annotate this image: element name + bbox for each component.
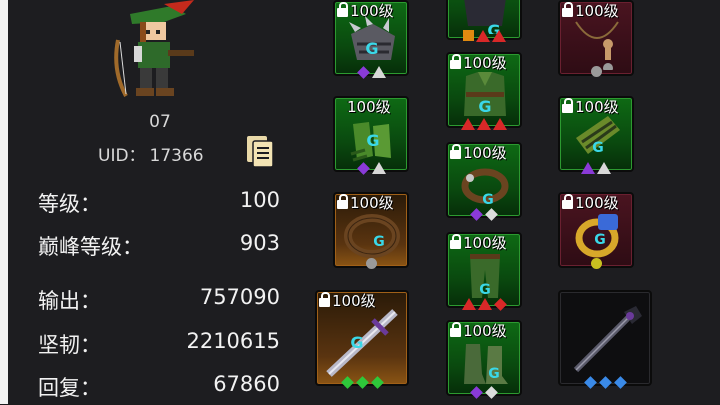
equip-slot-ring[interactable]: 100级 G bbox=[558, 192, 634, 269]
stat-toughness-label: 坚韧： bbox=[38, 333, 101, 357]
equip-slot-bracer[interactable]: 100级 G bbox=[558, 96, 634, 174]
svg-text:G: G bbox=[350, 333, 363, 352]
gold-ring-icon: G bbox=[575, 214, 619, 258]
svg-text:G: G bbox=[482, 192, 494, 208]
screen-edge bbox=[0, 0, 8, 404]
stat-toughness-value: 2210615 bbox=[186, 329, 280, 353]
stat-recovery-value: 67860 bbox=[213, 372, 280, 396]
green-tunic-icon: G bbox=[464, 72, 506, 116]
stat-recovery-label: 回复： bbox=[38, 376, 101, 400]
gem-sockets bbox=[335, 66, 407, 80]
white-gem-icon bbox=[597, 162, 611, 174]
equip-slot-helmet[interactable]: G bbox=[446, 0, 522, 42]
equip-slot-pants[interactable]: 100级 G bbox=[446, 232, 522, 311]
gem-sockets bbox=[448, 118, 520, 132]
equip-slot-chest[interactable]: 100级 G bbox=[446, 52, 522, 130]
uid-text: UID： 17366 bbox=[98, 141, 204, 166]
dark-sword-icon bbox=[573, 306, 642, 373]
green-bracer-icon: G bbox=[576, 116, 620, 156]
green-gem-icon bbox=[340, 376, 354, 389]
svg-text:G: G bbox=[373, 234, 385, 250]
gem-sockets bbox=[317, 376, 407, 390]
stat-level-label: 等级： bbox=[38, 192, 101, 216]
stat-output-value: 757090 bbox=[199, 285, 280, 309]
purple-gem-icon bbox=[470, 208, 483, 221]
svg-text:G: G bbox=[594, 232, 606, 248]
stat-level: 等级： 100 bbox=[38, 188, 280, 220]
stat-output: 输出： 757090 bbox=[38, 285, 280, 317]
purple-gem-icon bbox=[470, 386, 483, 399]
red-gem-icon bbox=[475, 30, 490, 42]
red-gem-icon bbox=[493, 298, 507, 311]
equip-slot-boots[interactable]: 100级 G bbox=[446, 320, 522, 399]
svg-text:G: G bbox=[592, 140, 604, 156]
red-gem-icon bbox=[461, 298, 476, 310]
equip-slot-gloves[interactable]: 100级 G bbox=[333, 96, 409, 175]
archer-hero-portrait bbox=[114, 0, 194, 97]
equip-slot-amulet[interactable]: 100级 bbox=[558, 0, 634, 77]
gem-sockets bbox=[448, 386, 520, 400]
uid-label: UID： bbox=[98, 146, 146, 166]
blue-gem-icon bbox=[583, 376, 597, 389]
white-gem-icon bbox=[371, 66, 386, 78]
gem-sockets bbox=[560, 162, 632, 176]
red-gem-icon bbox=[461, 118, 475, 130]
green-gloves-icon: G bbox=[350, 122, 391, 162]
red-gem-icon bbox=[491, 30, 506, 42]
gray-gem-icon bbox=[365, 258, 377, 269]
equip-slot-shoulder[interactable]: 100级 G bbox=[333, 0, 409, 79]
jeweled-sword-icon: G bbox=[326, 309, 398, 377]
purple-gem-icon bbox=[356, 66, 370, 79]
uid-value: 17366 bbox=[149, 146, 204, 166]
svg-text:G: G bbox=[478, 97, 491, 116]
leather-belt-icon: G bbox=[344, 214, 400, 258]
stat-peak-level-value: 903 bbox=[239, 231, 280, 255]
hero-name: 07 bbox=[149, 112, 171, 132]
equip-slot-weapon[interactable]: 100级 G bbox=[315, 290, 409, 389]
green-boots-icon: G bbox=[464, 344, 508, 384]
svg-text:G: G bbox=[488, 366, 500, 382]
gem-sockets bbox=[448, 208, 520, 222]
white-gem-icon bbox=[485, 208, 498, 221]
equip-slot-bracelet[interactable]: 100级 G bbox=[446, 142, 522, 221]
dark-helmet-icon: G bbox=[464, 0, 506, 34]
spiked-pauldron-icon: G bbox=[349, 16, 395, 60]
red-gem-icon bbox=[477, 298, 492, 310]
gem-sockets bbox=[560, 376, 650, 390]
gem-sockets bbox=[560, 66, 632, 80]
white-gem-icon bbox=[371, 162, 386, 174]
copy-icon[interactable] bbox=[244, 134, 276, 168]
equip-slot-offhand[interactable] bbox=[558, 290, 652, 389]
white-gem-icon bbox=[485, 386, 498, 399]
blue-gem-icon bbox=[613, 376, 627, 389]
blue-gem-icon bbox=[598, 376, 612, 389]
stat-peak-level-label: 巅峰等级： bbox=[38, 235, 143, 259]
stat-output-label: 输出： bbox=[38, 289, 101, 313]
green-leggings-icon: G bbox=[470, 254, 500, 298]
red-gem-icon bbox=[477, 118, 491, 130]
svg-text:G: G bbox=[479, 282, 491, 298]
voodoo-doll-amulet-icon bbox=[575, 21, 619, 70]
equip-slot-belt[interactable]: 100级 G bbox=[333, 192, 409, 269]
svg-text:G: G bbox=[366, 131, 379, 150]
red-gem-icon bbox=[493, 118, 507, 130]
gem-sockets bbox=[448, 298, 520, 312]
stat-toughness: 坚韧： 2210615 bbox=[38, 329, 280, 361]
gem-sockets bbox=[335, 258, 407, 272]
gem-sockets bbox=[560, 258, 632, 272]
yellow-gem-icon bbox=[590, 258, 602, 269]
stat-peak-level: 巅峰等级： 903 bbox=[38, 231, 280, 263]
svg-text:G: G bbox=[365, 39, 378, 58]
leather-bracelet-icon: G bbox=[461, 168, 509, 208]
stat-recovery: 回复： 67860 bbox=[38, 372, 280, 404]
stat-level-value: 100 bbox=[239, 188, 280, 212]
gem-sockets bbox=[335, 162, 407, 176]
green-gem-icon bbox=[355, 376, 369, 389]
gray-gem-icon bbox=[590, 66, 602, 77]
gem-sockets bbox=[448, 30, 520, 44]
purple-gem-icon bbox=[356, 162, 370, 175]
orange-gem-icon bbox=[462, 30, 474, 41]
green-gem-icon bbox=[370, 376, 384, 389]
purple-gem-icon bbox=[581, 162, 595, 174]
